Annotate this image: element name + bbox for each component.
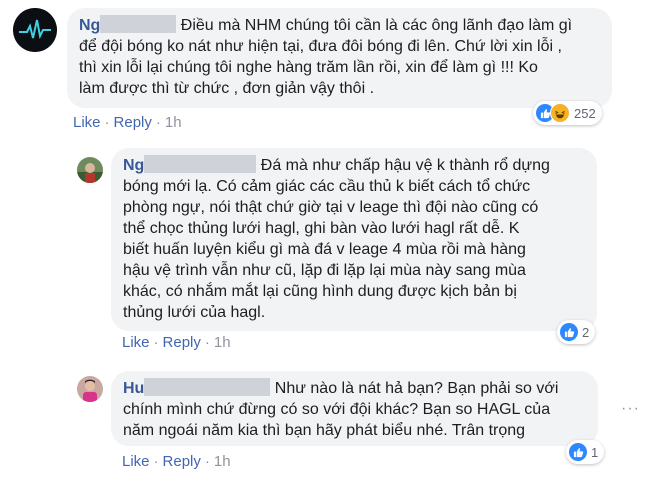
- more-options-icon[interactable]: ···: [621, 400, 640, 418]
- avatar[interactable]: [13, 8, 57, 52]
- reaction-summary[interactable]: 1: [566, 440, 605, 464]
- commenter-name[interactable]: Hu: [123, 380, 144, 397]
- comment-line: thì xin lỗi lại chúng tôi nghe hàng trăm…: [79, 59, 538, 76]
- like-link[interactable]: Like: [122, 334, 150, 351]
- comment-line: hậu vệ trình vẫn như cũ, lặp đi lặp lại …: [123, 262, 526, 279]
- comment-bubble: Hu Như nào là nát hả bạn? Bạn phải so vớ…: [111, 371, 598, 446]
- reply-link[interactable]: Reply: [163, 334, 201, 351]
- comment-line: Như nào là nát hả bạn? Bạn phải so với: [274, 380, 559, 397]
- comment-bubble: Ng Đá mà như chấp hậu vệ k thành rổ dựng…: [111, 148, 597, 331]
- comment-line: thủng lưới của hagl.: [123, 304, 266, 321]
- comment-text: Ng Đá mà như chấp hậu vệ k thành rổ dựng…: [123, 155, 585, 323]
- comment-text: Hu Như nào là nát hả bạn? Bạn phải so vớ…: [123, 378, 586, 441]
- comment-actions: Like · Reply · 1h: [122, 334, 231, 351]
- comment-line: Điều mà NHM chúng tôi cần là các ông lãn…: [180, 17, 573, 34]
- commenter-name[interactable]: Ng: [79, 17, 100, 34]
- comment-line: năm ngoái năm kia thì bạn hãy phát biểu …: [123, 422, 526, 439]
- avatar[interactable]: [77, 157, 103, 183]
- comment-line: phòng ngự, nói thật chứ giờ tại v leage …: [123, 199, 539, 216]
- timestamp[interactable]: 1h: [214, 334, 231, 351]
- like-icon: [569, 443, 587, 461]
- comment-line: bóng mới lạ. Có cảm giác các cầu thủ k b…: [123, 178, 531, 195]
- reaction-count: 252: [574, 105, 596, 121]
- reaction-count: 1: [591, 444, 599, 460]
- redacted-name-block: [100, 15, 177, 33]
- reaction-summary[interactable]: 2: [557, 320, 596, 344]
- profile-photo-icon: [77, 157, 103, 183]
- reaction-summary[interactable]: 252: [533, 101, 602, 125]
- reply-link[interactable]: Reply: [163, 453, 201, 470]
- like-link[interactable]: Like: [73, 114, 101, 131]
- like-link[interactable]: Like: [122, 453, 150, 470]
- commenter-name[interactable]: Ng: [123, 157, 144, 174]
- comment-line: để đội bóng ko nát như hiện tại, đưa đôi…: [79, 38, 562, 55]
- timestamp[interactable]: 1h: [165, 114, 182, 131]
- like-icon: [560, 323, 578, 341]
- avatar[interactable]: [77, 376, 103, 402]
- comment-line: chính mình chứ đừng có so với đội khác? …: [123, 401, 551, 418]
- reply-link[interactable]: Reply: [114, 114, 152, 131]
- comment-actions: Like · Reply · 1h: [122, 453, 231, 470]
- redacted-name-block: [144, 155, 257, 173]
- heartbeat-avatar-icon: [13, 8, 57, 52]
- comment-actions: Like · Reply · 1h: [73, 114, 182, 131]
- comment-bubble: Ng Điều mà NHM chúng tôi cần là các ông …: [67, 8, 612, 108]
- reaction-count: 2: [582, 324, 590, 340]
- comment-text: Ng Điều mà NHM chúng tôi cần là các ông …: [79, 15, 600, 99]
- timestamp[interactable]: 1h: [214, 453, 231, 470]
- comment-line: Đá mà như chấp hậu vệ k thành rổ dựng: [260, 157, 550, 174]
- profile-photo-icon: [77, 376, 103, 402]
- comment-line: làm được thì từ chức , đơn giản vậy thôi…: [79, 80, 375, 97]
- comment-line: biết huấn luyện kiểu gì mà đá v leage 4 …: [123, 241, 526, 258]
- comment-line: khác, có nhắm mắt lại cũng hình dung đượ…: [123, 283, 517, 300]
- comment-line: thể chọc thủng lưới hagl, ghi bàn vào lư…: [123, 220, 520, 237]
- haha-icon: [550, 103, 570, 123]
- redacted-name-block: [144, 378, 271, 396]
